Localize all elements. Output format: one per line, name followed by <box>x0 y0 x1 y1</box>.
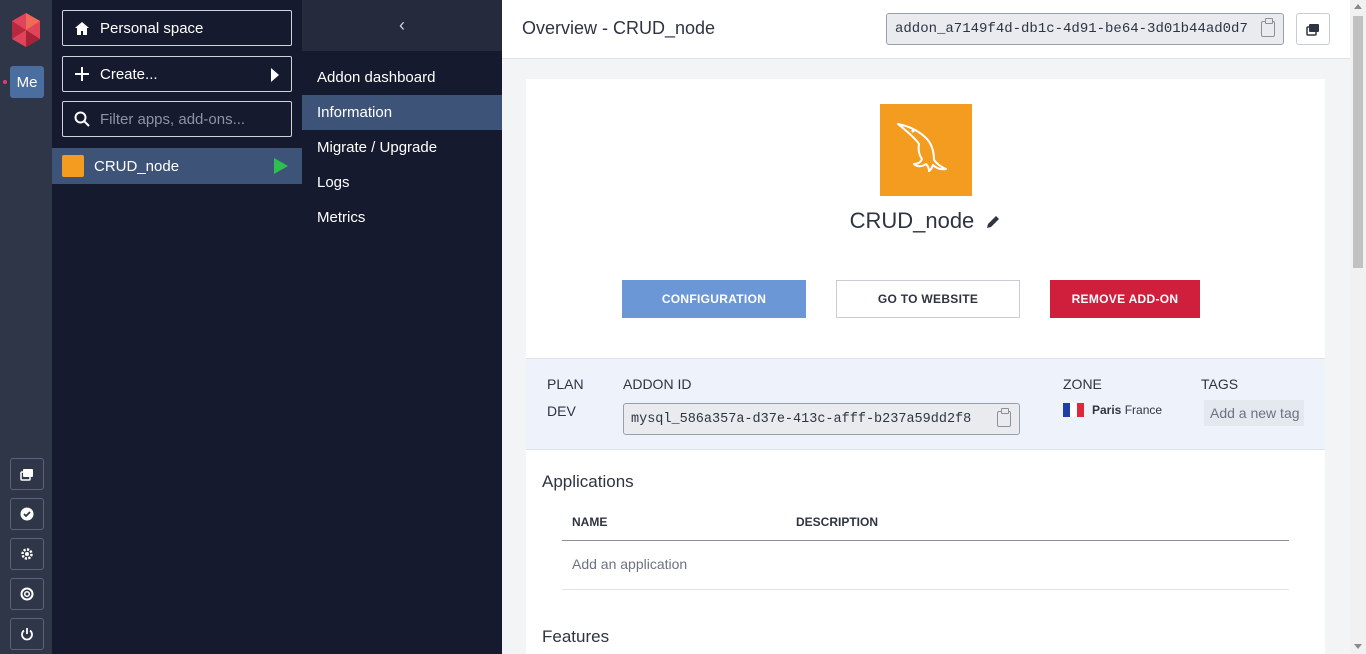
apps-sidebar: Personal space Create... Filter apps, ad… <box>52 0 302 654</box>
zone-city: Paris <box>1092 403 1122 417</box>
chevron-left-icon: ‹ <box>399 15 405 35</box>
scrollbar[interactable] <box>1350 0 1366 654</box>
column-header-name: NAME <box>572 515 608 529</box>
clever-cloud-logo-icon[interactable] <box>10 12 42 48</box>
active-indicator <box>3 80 7 84</box>
status-icon <box>20 507 34 521</box>
logout-button[interactable] <box>10 618 44 650</box>
plan-label: PLAN <box>547 376 584 392</box>
help-button[interactable] <box>10 578 44 610</box>
mysql-logo <box>880 104 972 196</box>
help-icon <box>20 587 34 601</box>
addon-name: CRUD_node <box>849 208 975 233</box>
search-icon <box>73 110 91 128</box>
create-label: Create... <box>100 65 158 83</box>
menu-item-migrate-upgrade[interactable]: Migrate / Upgrade <box>302 130 502 165</box>
applications-title: Applications <box>542 472 634 491</box>
personal-space-button[interactable]: Me <box>10 66 44 98</box>
tags-label: TAGS <box>1201 376 1239 392</box>
page-header: Overview - CRUD_node addon_a7149f4d-db1c… <box>502 0 1350 59</box>
settings-icon <box>21 548 33 560</box>
status-button[interactable] <box>10 498 44 530</box>
home-icon <box>73 19 91 37</box>
configuration-button[interactable]: CONFIGURATION <box>622 280 806 318</box>
plus-icon <box>73 65 91 83</box>
app-item-crud-node[interactable]: CRUD_node <box>52 148 302 184</box>
app-item-label: CRUD_node <box>94 157 180 175</box>
zone-label: ZONE <box>1063 376 1102 392</box>
zone-value: Paris France <box>1092 403 1162 417</box>
addon-name-heading: CRUD_node <box>526 208 1325 234</box>
scroll-down-arrow-icon[interactable] <box>1354 644 1362 649</box>
scroll-up-arrow-icon[interactable] <box>1354 4 1362 9</box>
running-status-icon <box>274 158 288 174</box>
menu-item-addon-dashboard[interactable]: Addon dashboard <box>302 60 502 95</box>
notifications-button[interactable] <box>1296 13 1330 45</box>
personal-space-selector[interactable]: Personal space <box>62 10 292 46</box>
column-header-description: DESCRIPTION <box>796 515 879 529</box>
go-to-website-button[interactable]: GO TO WEBSITE <box>836 280 1020 318</box>
header-addon-id-value: addon_a7149f4d-db1c-4d91-be64-3d01b44ad0… <box>895 21 1248 37</box>
zone-country: France <box>1124 403 1163 417</box>
settings-button[interactable] <box>10 538 44 570</box>
notifications-icon <box>1306 23 1319 36</box>
changelog-icon <box>20 468 33 481</box>
filter-input[interactable]: Filter apps, add-ons... <box>62 101 292 137</box>
add-tag-input[interactable]: Add a new tag <box>1204 400 1304 426</box>
menu-item-metrics[interactable]: Metrics <box>302 200 502 235</box>
features-title: Features <box>542 627 610 646</box>
addon-id-value: mysql_586a357a-d37e-413c-afff-b237a59dd2… <box>631 411 972 427</box>
clipboard-icon[interactable] <box>997 408 1011 427</box>
remove-addon-button[interactable]: REMOVE ADD-ON <box>1050 280 1200 318</box>
plan-value: DEV <box>547 403 576 419</box>
menu-item-information[interactable]: Information <box>302 95 502 130</box>
addon-overview-card: CRUD_node CONFIGURATION GO TO WEBSITE RE… <box>526 79 1325 654</box>
changelog-button[interactable] <box>10 458 44 490</box>
menu-item-logs[interactable]: Logs <box>302 165 502 200</box>
clipboard-icon[interactable] <box>1261 18 1275 37</box>
france-flag-icon <box>1063 403 1084 417</box>
caret-right-icon <box>271 68 279 82</box>
main-content: Overview - CRUD_node addon_a7149f4d-db1c… <box>502 0 1350 654</box>
header-addon-id-field[interactable]: addon_a7149f4d-db1c-4d91-be64-3d01b44ad0… <box>886 13 1284 45</box>
addon-id-field[interactable]: mysql_586a357a-d37e-413c-afff-b237a59dd2… <box>623 403 1020 435</box>
table-row-divider <box>562 589 1289 590</box>
personal-space-label: Personal space <box>100 19 204 37</box>
create-button[interactable]: Create... <box>62 56 292 92</box>
addon-menu: ‹ Addon dashboard Information Migrate / … <box>302 0 502 654</box>
logout-icon <box>21 628 33 641</box>
filter-placeholder: Filter apps, add-ons... <box>100 110 246 128</box>
page-title: Overview - CRUD_node <box>522 18 716 38</box>
icon-rail: Me <box>0 0 52 654</box>
add-application-link[interactable]: Add an application <box>572 556 687 572</box>
mysql-dolphin-icon <box>897 123 947 172</box>
addon-info-bar: PLAN DEV ADDON ID mysql_586a357a-d37e-41… <box>526 358 1325 450</box>
table-header-divider <box>562 540 1289 541</box>
mysql-addon-icon <box>62 155 84 177</box>
scrollbar-thumb[interactable] <box>1353 16 1363 268</box>
addon-id-label: ADDON ID <box>623 376 692 392</box>
edit-pencil-icon[interactable] <box>986 214 1001 229</box>
collapse-menu-button[interactable]: ‹ <box>302 0 502 51</box>
